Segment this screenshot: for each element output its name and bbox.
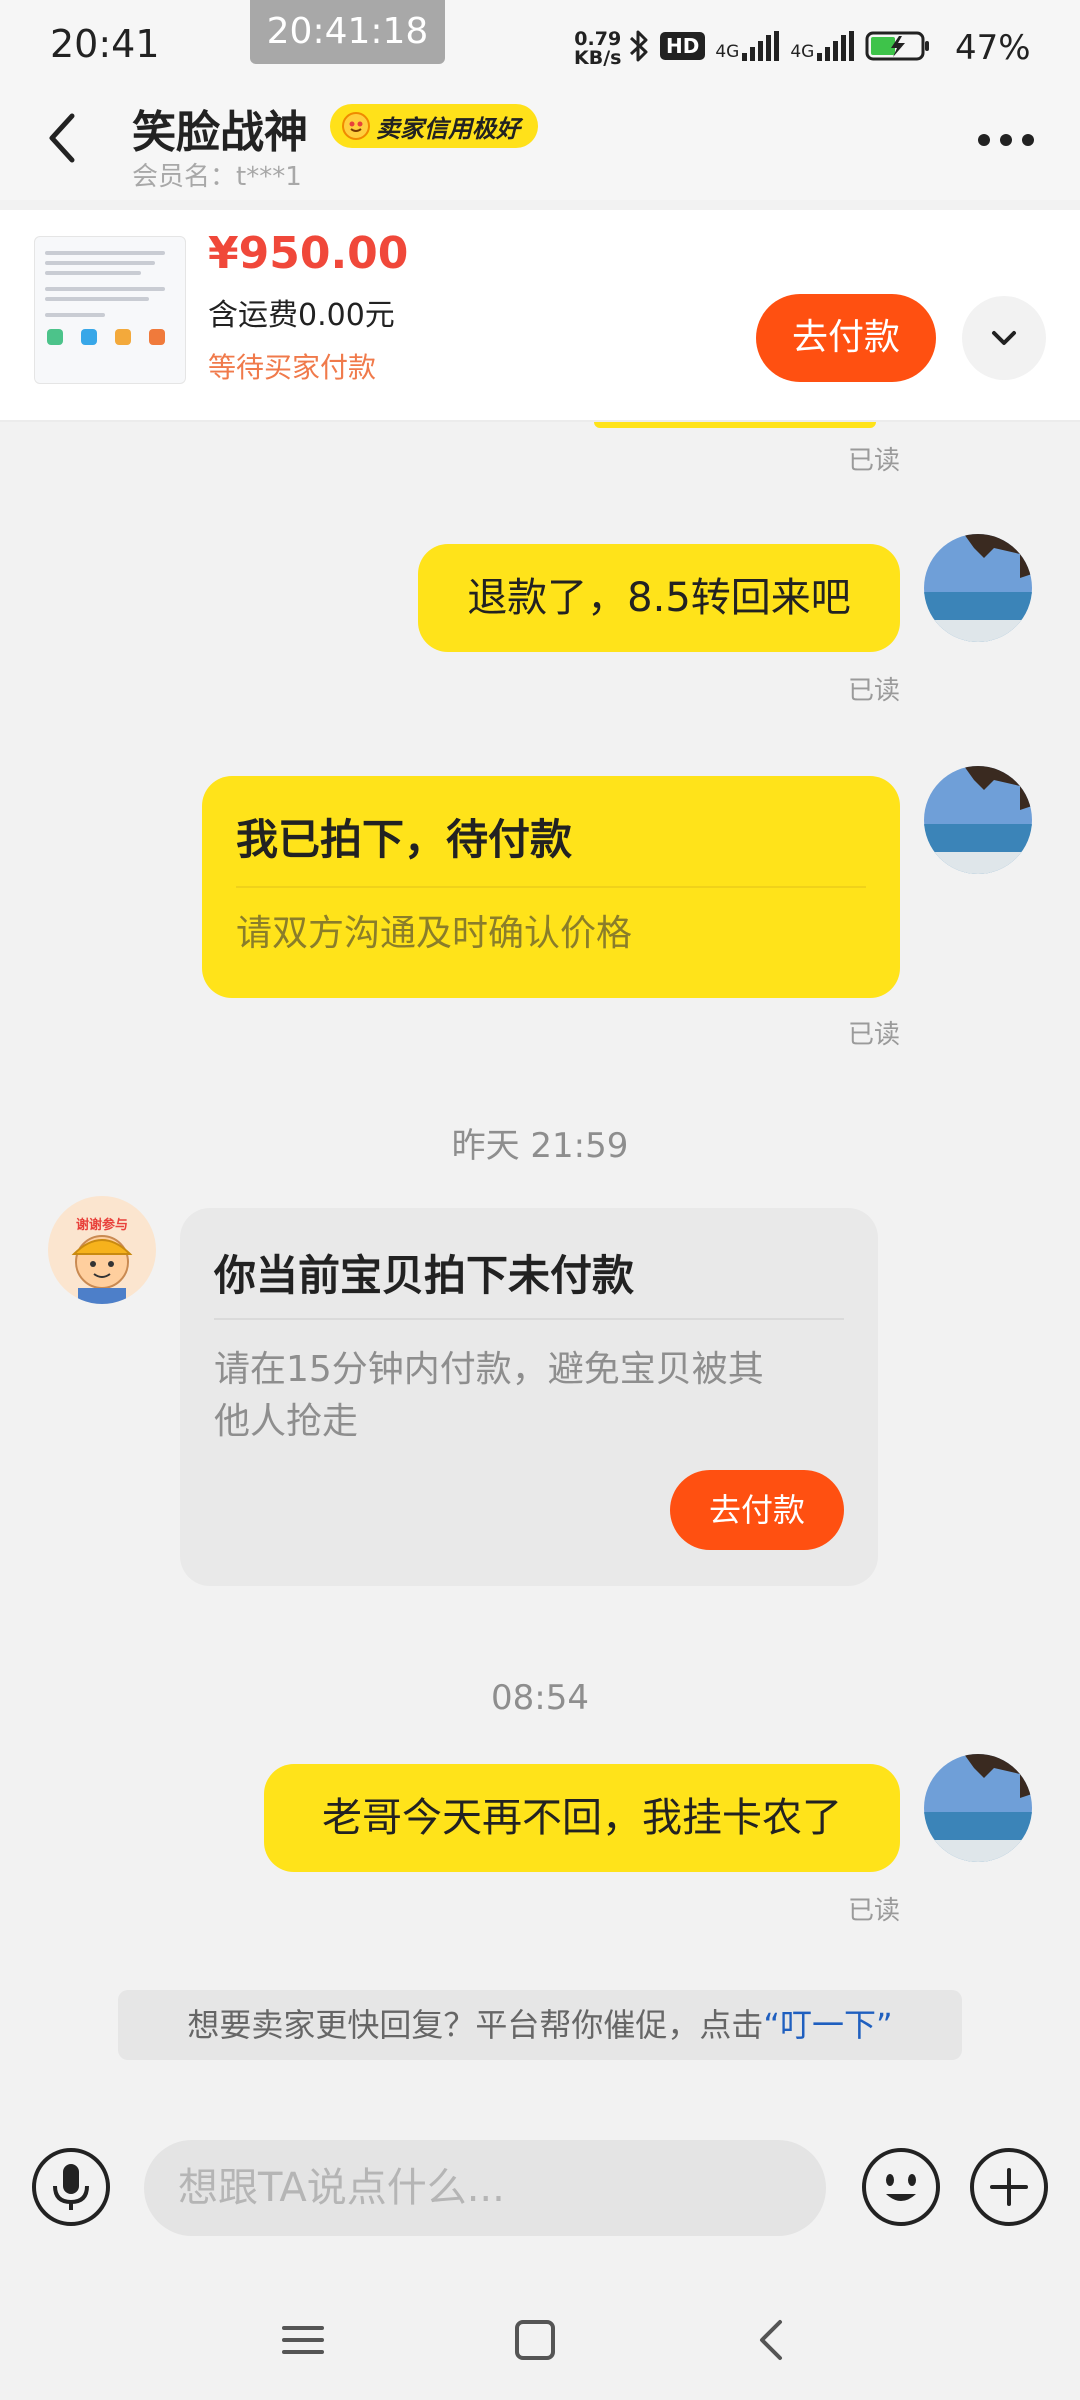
network-type-2: 4G: [790, 42, 815, 62]
card-subtitle: 请双方沟通及时确认价格: [236, 913, 633, 954]
read-receipt: 已读: [848, 1896, 901, 1926]
read-receipt: 已读: [848, 676, 901, 706]
back-icon[interactable]: [40, 108, 90, 168]
chevron-down-icon: [992, 331, 1016, 345]
battery-charging-icon: [865, 31, 930, 61]
signal-group-2: 4G: [790, 31, 855, 61]
previous-bubble-edge: [594, 422, 876, 428]
thumb-text-line: [45, 297, 149, 301]
message-input[interactable]: [144, 2140, 826, 2236]
hd-voice-badge: HD: [660, 32, 706, 60]
plus-icon[interactable]: [968, 2146, 1050, 2228]
thumb-text-line: [45, 313, 105, 317]
card-divider: [214, 1318, 844, 1320]
signal-icon: [742, 31, 780, 61]
card-divider: [236, 886, 866, 888]
read-receipt: 已读: [848, 1020, 901, 1050]
network-speed: 0.79 KB/s: [574, 30, 621, 68]
order-price: ¥950.00: [208, 228, 409, 279]
network-speed-unit: KB/s: [574, 47, 622, 69]
product-thumbnail[interactable]: [34, 236, 186, 384]
thumb-text-line: [45, 261, 155, 265]
smile-icon: [342, 112, 370, 140]
menu-icon[interactable]: [276, 2310, 330, 2370]
credit-badge: 卖家信用极好: [330, 104, 538, 148]
thumb-text-line: [45, 251, 165, 255]
pay-button[interactable]: 去付款: [756, 294, 936, 382]
beach-avatar-image: [924, 766, 1032, 874]
nudge-hint: 想要卖家更快回复？平台帮你催促，点击“叮一下”: [118, 1990, 962, 2060]
home-icon[interactable]: [508, 2310, 562, 2370]
beach-avatar-image: [924, 1754, 1032, 1862]
order-status: 等待买家付款: [208, 351, 377, 384]
outgoing-order-card[interactable]: 我已拍下，待付款 请双方沟通及时确认价格: [202, 776, 900, 998]
thumb-app-icon: [115, 329, 131, 345]
microphone-icon[interactable]: [30, 2146, 112, 2228]
card-subtitle: 请在15分钟内付款，避免宝贝被其 他人抢走: [214, 1344, 764, 1448]
member-id: 会员名：t***1: [132, 162, 302, 192]
expand-order-button[interactable]: [962, 296, 1046, 380]
signal-icon: [817, 31, 855, 61]
card-subtitle-line: 请在15分钟内付款，避免宝贝被其: [214, 1349, 764, 1390]
read-receipt: 已读: [848, 446, 901, 476]
card-pay-button[interactable]: 去付款: [670, 1470, 844, 1550]
thumb-app-icon: [47, 329, 63, 345]
battery-percent: 47%: [955, 28, 1031, 68]
credit-badge-label: 卖家信用极好: [376, 114, 520, 143]
more-icon[interactable]: [976, 128, 1036, 152]
worker-avatar-icon: [71, 1235, 133, 1304]
status-icons: HD 4G 4G: [628, 26, 931, 66]
outgoing-message[interactable]: 退款了，8.5转回来吧: [418, 544, 900, 652]
emoji-icon[interactable]: [860, 2146, 942, 2228]
my-avatar[interactable]: [924, 534, 1032, 642]
thumb-app-icon: [149, 329, 165, 345]
thumb-text-line: [45, 271, 141, 275]
my-avatar[interactable]: [924, 766, 1032, 874]
my-avatar[interactable]: [924, 1754, 1032, 1862]
order-shipping: 含运费0.00元: [208, 298, 395, 333]
seller-name[interactable]: 笑脸战神: [132, 96, 308, 160]
seller-avatar[interactable]: 谢谢参与: [48, 1196, 156, 1304]
signal-group-1: 4G: [715, 31, 780, 61]
card-subtitle-line: 他人抢走: [214, 1401, 359, 1442]
nav-back-icon[interactable]: [744, 2310, 798, 2370]
network-type-1: 4G: [715, 42, 740, 62]
card-title: 我已拍下，待付款: [236, 815, 573, 864]
outgoing-message[interactable]: 老哥今天再不回，我挂卡农了: [264, 1764, 900, 1872]
nudge-hint-text: 想要卖家更快回复？平台帮你催促，点击: [187, 2006, 764, 2044]
beach-avatar-image: [924, 534, 1032, 642]
message-timestamp: 昨天 21:59: [451, 1126, 629, 1166]
thumb-text-line: [45, 287, 165, 291]
bluetooth-icon: [629, 30, 648, 62]
thumb-app-icon: [81, 329, 97, 345]
nudge-link[interactable]: “叮一下”: [763, 2006, 892, 2044]
message-timestamp: 08:54: [491, 1678, 589, 1718]
card-title: 你当前宝贝拍下未付款: [214, 1251, 635, 1300]
screenshot-time-overlay: 20:41:18: [250, 0, 445, 64]
status-time: 20:41: [50, 22, 160, 66]
